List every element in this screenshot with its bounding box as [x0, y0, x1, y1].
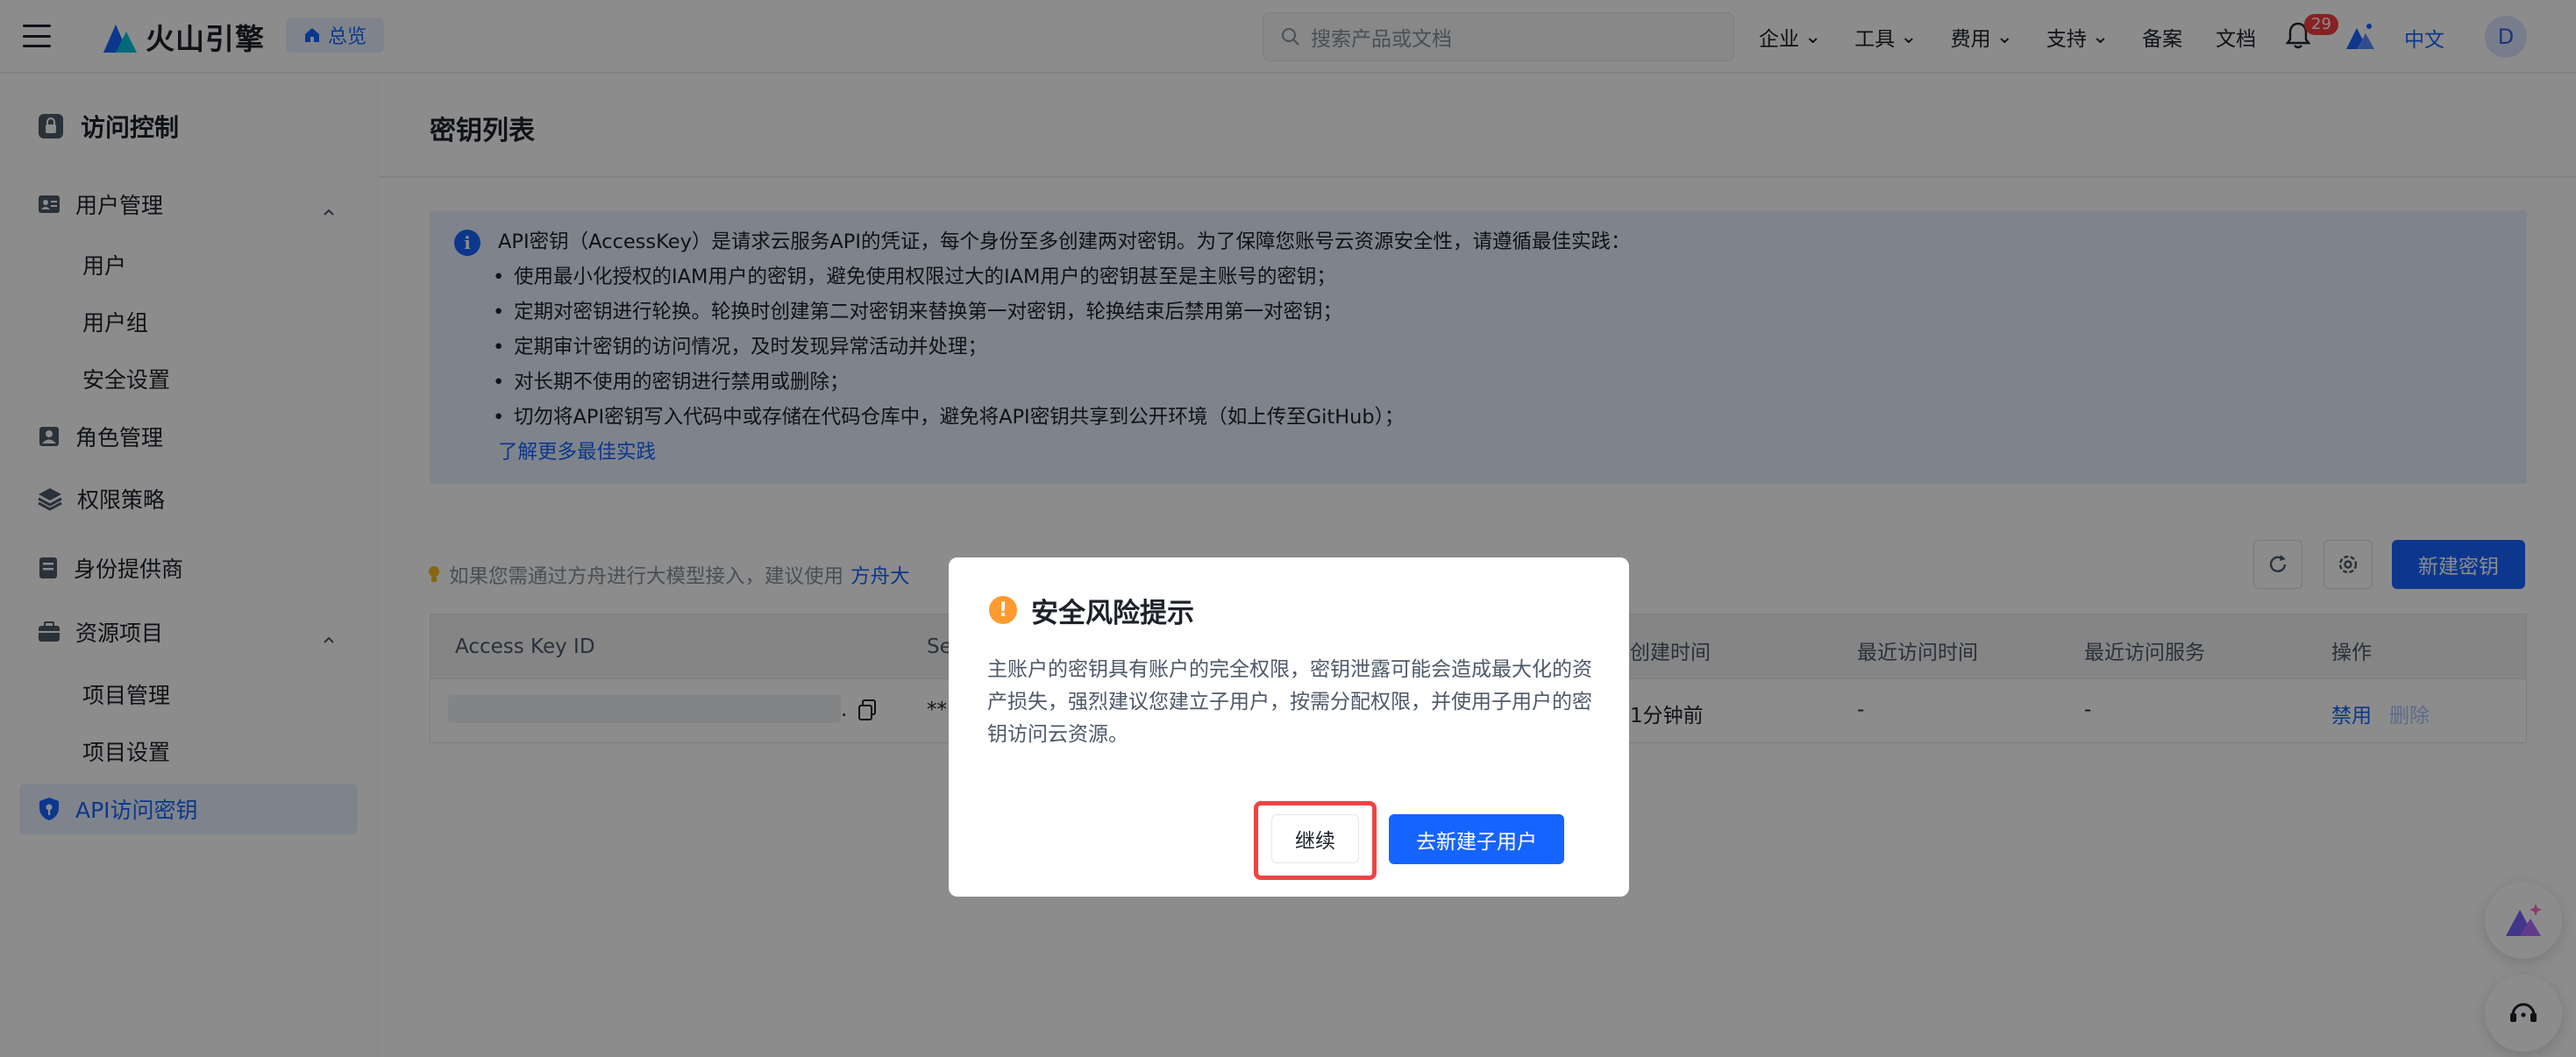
security-risk-dialog: ! 安全风险提示 主账户的密钥具有账户的完全权限，密钥泄露可能会造成最大化的资产…	[949, 557, 1629, 897]
create-sub-user-button[interactable]: 去新建子用户	[1389, 814, 1564, 864]
modal-overlay	[0, 0, 2576, 1057]
dialog-title: 安全风险提示	[1031, 598, 1194, 629]
continue-button[interactable]: 继续	[1271, 814, 1359, 863]
dialog-body: 主账户的密钥具有账户的完全权限，密钥泄露可能会造成最大化的资产损失，强烈建议您建…	[987, 658, 1592, 746]
warning-icon: !	[989, 596, 1017, 624]
